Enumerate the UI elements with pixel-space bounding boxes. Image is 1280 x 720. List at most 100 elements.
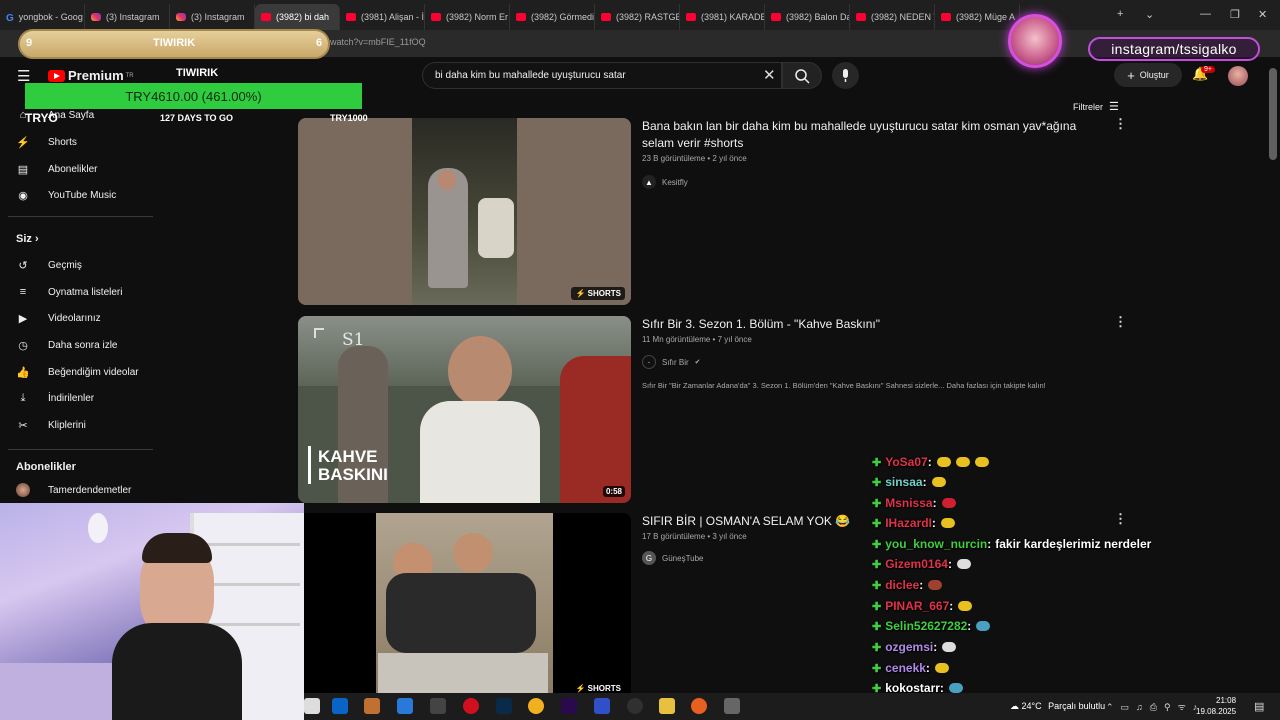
sidebar-item-label: İndirilenler bbox=[48, 392, 95, 404]
system-tray-icons[interactable]: ⌃▭♫⎙⚲ᯤ♪ bbox=[1106, 700, 1204, 713]
sidebar-item[interactable]: ▶ Videolarınız bbox=[16, 306, 156, 330]
browser-tab[interactable]: (3982) Görmedi bbox=[510, 4, 595, 30]
weather-desc: Parçalı bulutlu bbox=[1048, 701, 1106, 711]
file-icon[interactable] bbox=[304, 698, 320, 714]
browser-tab[interactable]: (3982) Norm Er bbox=[425, 4, 510, 30]
youtube-play-icon bbox=[48, 69, 65, 82]
browser-tab[interactable]: (3982) Balon Da bbox=[765, 4, 850, 30]
account-avatar[interactable] bbox=[1228, 66, 1248, 86]
browser-tab-strip: Gyongbok - Goog (3) Instagram (3) Instagra… bbox=[0, 0, 1280, 30]
browser-tab[interactable]: (3982) Müge A bbox=[935, 4, 1020, 30]
sidebar-item[interactable]: ✂ Kliplerini bbox=[16, 413, 156, 437]
result-channel[interactable]: G GüneşTube bbox=[642, 551, 704, 565]
sidebar-item[interactable]: ≡ Oynatma listeleri bbox=[16, 280, 156, 304]
minimize-icon[interactable]: — bbox=[1200, 8, 1211, 20]
tab-label: (3981) KARADE bbox=[701, 12, 765, 22]
store-icon[interactable] bbox=[397, 698, 413, 714]
premiere-icon[interactable] bbox=[561, 698, 577, 714]
url-text[interactable]: watch?v=mbFIE_11fOQ bbox=[330, 37, 426, 47]
instagram-avatar-overlay bbox=[1008, 14, 1062, 68]
sidebar-item[interactable]: ◉ YouTube Music bbox=[16, 183, 156, 207]
opera-icon[interactable] bbox=[463, 698, 479, 714]
chat-emote-icon bbox=[955, 457, 970, 467]
chat-badge-icon: ✚ bbox=[872, 641, 882, 654]
browser-tab[interactable]: (3) Instagram bbox=[170, 4, 255, 30]
explorer-icon[interactable] bbox=[659, 698, 675, 714]
chat-emote-icon bbox=[942, 642, 957, 652]
maximize-icon[interactable]: ❐ bbox=[1230, 8, 1240, 21]
search-button[interactable] bbox=[782, 62, 822, 89]
chat-message: ✚ you_know_nurcin : fakir kardeşlerimiz ne… bbox=[872, 534, 1151, 554]
search-icon bbox=[795, 69, 810, 84]
tab-search-icon[interactable]: ⌄ bbox=[1145, 8, 1154, 21]
clear-search-icon[interactable]: ✕ bbox=[763, 66, 776, 84]
sidebar-item[interactable]: ▤ Abonelikler bbox=[16, 157, 156, 181]
instagram-icon bbox=[176, 13, 186, 21]
new-tab-button[interactable]: + bbox=[1117, 8, 1123, 20]
taskbar-clock[interactable]: 21:08 19.08.2025 bbox=[1196, 695, 1236, 717]
settings-icon[interactable] bbox=[724, 698, 740, 714]
result-channel[interactable]: ▲ Kesitfly bbox=[642, 175, 688, 189]
notification-center-icon[interactable]: ▤ bbox=[1254, 700, 1264, 713]
search-box[interactable]: bi daha kim bu mahallede uyuşturucu sata… bbox=[422, 62, 782, 89]
chat-separator: : bbox=[919, 578, 924, 592]
result-meta: 17 B görüntüleme • 3 yıl önce bbox=[642, 532, 747, 541]
chat-username: IHazardI bbox=[885, 516, 932, 530]
youtube-icon bbox=[686, 13, 696, 21]
donation-goal-start: TRYO bbox=[25, 111, 58, 125]
close-window-icon[interactable]: ✕ bbox=[1258, 8, 1267, 21]
chat-badge-icon: ✚ bbox=[872, 600, 882, 613]
app-icon[interactable] bbox=[594, 698, 610, 714]
photoshop-icon[interactable] bbox=[496, 698, 512, 714]
result-channel[interactable]: · Sıfır Bir ✔ bbox=[642, 355, 701, 369]
more-options-icon[interactable]: ⋮ bbox=[1114, 116, 1127, 132]
browser-tab[interactable]: (3) Instagram bbox=[85, 4, 170, 30]
result-thumbnail[interactable]: S1 KAHVE BASKINI 0:58 bbox=[298, 316, 631, 503]
browser-tab[interactable]: (3982) RASTGEL bbox=[595, 4, 680, 30]
result-thumbnail[interactable]: ⚡ SHORTS bbox=[298, 513, 631, 700]
terminal-icon[interactable] bbox=[430, 698, 446, 714]
sidebar-item[interactable]: ⤓ İndirilenler bbox=[16, 386, 156, 410]
taskbar-weather[interactable]: ☁ 24°C Parçalı bulutlu bbox=[1010, 701, 1105, 712]
sidebar-item-label: YouTube Music bbox=[48, 189, 117, 201]
donation-days-left: 127 DAYS TO GO bbox=[160, 113, 234, 123]
create-button[interactable]: + Oluştur bbox=[1114, 63, 1182, 87]
sidebar-you-header[interactable]: Siz › bbox=[16, 233, 39, 245]
youtube-icon bbox=[431, 13, 441, 21]
browser-tab[interactable]: (3982) bi dah bbox=[255, 4, 340, 30]
sidebar-item[interactable]: ↺ Geçmiş bbox=[16, 253, 156, 277]
tab-label: (3982) Balon Da bbox=[786, 12, 850, 22]
chat-username: Selin52627282 bbox=[885, 619, 968, 633]
more-options-icon[interactable]: ⋮ bbox=[1114, 314, 1127, 330]
browser-tab[interactable]: (3981) KARADE bbox=[680, 4, 765, 30]
chat-separator: : bbox=[949, 599, 954, 613]
create-label: Oluştur bbox=[1139, 70, 1169, 80]
sidebar-item[interactable]: ◷ Daha sonra izle bbox=[16, 333, 156, 357]
browser-tab[interactable]: Gyongbok - Goog bbox=[0, 4, 85, 30]
filters-button[interactable]: Filtreler ☰ bbox=[1073, 100, 1119, 113]
sidebar: ⌂ Ana Sayfa ⚡ Shorts ▤ Abonelikler ◉ YouTube Mu… bbox=[0, 97, 160, 507]
outlook-icon[interactable] bbox=[332, 698, 348, 714]
tab-label: (3982) Müge A bbox=[956, 12, 1016, 22]
download-icon: ⤓ bbox=[20, 391, 26, 404]
chrome-icon[interactable] bbox=[528, 698, 544, 714]
sidebar-item[interactable]: ⚡ Shorts bbox=[16, 130, 156, 154]
mic-icon bbox=[843, 69, 848, 82]
chat-message: ✚ sinsaa : bbox=[872, 472, 946, 492]
chat-separator: : bbox=[922, 475, 927, 489]
subscription-item[interactable]: Tamerdendemetler bbox=[16, 478, 156, 502]
result-title[interactable]: Sıfır Bir 3. Sezon 1. Bölüm - "Kahve Bas… bbox=[642, 316, 1092, 333]
sidebar-item-label: Geçmiş bbox=[48, 259, 82, 271]
search-input[interactable]: bi daha kim bu mahallede uyuşturucu sata… bbox=[435, 70, 626, 81]
voice-search-button[interactable] bbox=[832, 62, 859, 89]
firefox-icon[interactable] bbox=[691, 698, 707, 714]
youtube-logo[interactable]: Premium TR bbox=[48, 68, 134, 83]
browser-tab[interactable]: (3981) Alişan - İ bbox=[340, 4, 425, 30]
browser-tab[interactable]: (3982) NEDEN V bbox=[850, 4, 935, 30]
page-scrollbar[interactable] bbox=[1269, 68, 1277, 160]
result-thumbnail[interactable]: ⚡ SHORTS bbox=[298, 118, 631, 305]
sidebar-item[interactable]: 👍 Beğendiğim videolar bbox=[16, 360, 156, 384]
obs-icon[interactable] bbox=[627, 698, 643, 714]
package-icon[interactable] bbox=[364, 698, 380, 714]
result-title[interactable]: Bana bakın lan bir daha kim bu mahallede… bbox=[642, 118, 1092, 152]
